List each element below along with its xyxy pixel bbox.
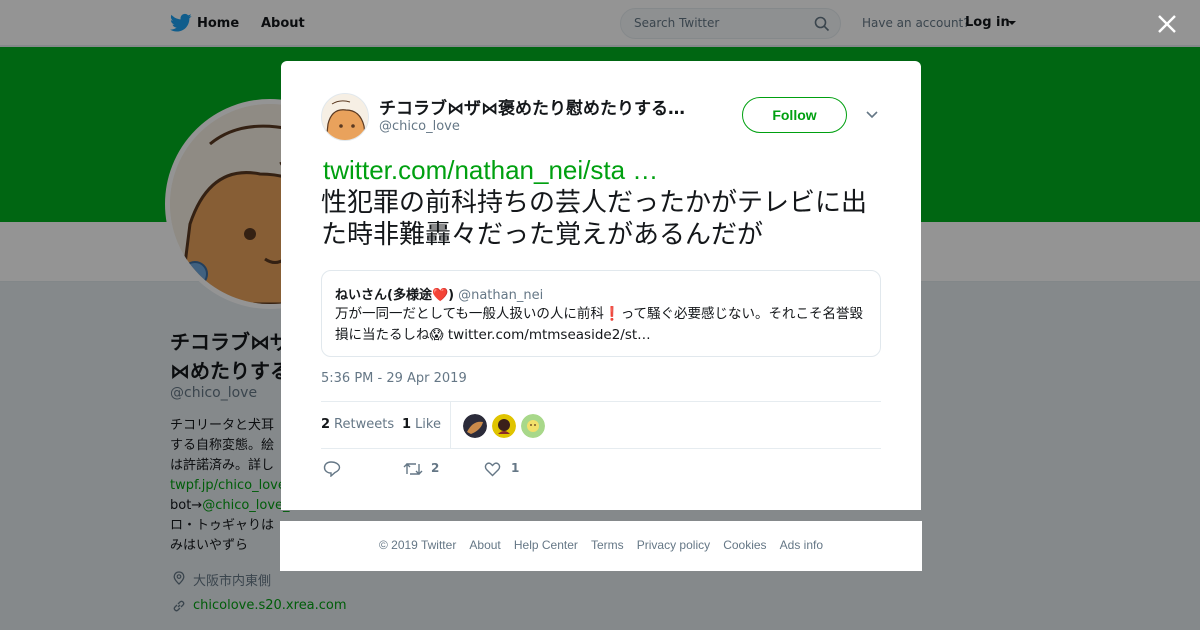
retweeter-avatar[interactable] (463, 414, 487, 438)
tweet-timestamp[interactable]: 5:36 PM - 29 Apr 2019 (321, 371, 467, 386)
close-icon[interactable] (1155, 12, 1179, 36)
modal-footer: © 2019 Twitter About Help Center Terms P… (280, 521, 922, 571)
retweet-icon[interactable] (403, 461, 423, 477)
tweet-text: 性犯罪の前科持ちの芸人だったかがテレビに出た時非難轟々だった覚えがあるんだが (321, 187, 868, 249)
quoted-author: ねいさん(多様途❤️) @nathan_nei (335, 284, 543, 303)
quoted-text: 万が一同一だとしても一般人扱いの人に前科❗って騒ぐ必要感じない。それこそ名誉毀損… (335, 306, 864, 343)
retweeter-avatar[interactable] (492, 414, 516, 438)
author-handle[interactable]: @chico_love (379, 119, 460, 134)
footer-link-help-center[interactable]: Help Center (514, 538, 578, 552)
like-label: Like (415, 417, 441, 432)
reply-icon[interactable] (323, 461, 341, 477)
quoted-author-handle: @nathan_nei (458, 288, 544, 303)
retweet-label: Retweets (334, 417, 395, 432)
footer-link-ads-info[interactable]: Ads info (780, 538, 823, 552)
tweet-modal: チコラブ⋈ザ⋈褒めたり慰めたりする… @chico_love Follow tw… (281, 61, 921, 510)
tweet-stats: 2 Retweets 1 Like (321, 401, 881, 449)
retweeter-avatar[interactable] (521, 414, 545, 438)
follow-button[interactable]: Follow (742, 97, 847, 133)
footer-copyright: © 2019 Twitter (378, 538, 457, 552)
like-stat[interactable]: 1 Like (402, 417, 441, 432)
like-action-count: 1 (511, 461, 520, 475)
tweet-actions: 2 1 (321, 459, 881, 483)
author-name[interactable]: チコラブ⋈ザ⋈褒めたり慰めたりする… (379, 94, 709, 119)
tweet-link[interactable]: twitter.com/nathan_nei/sta … (323, 155, 658, 186)
quoted-tweet[interactable]: ねいさん(多様途❤️) @nathan_nei 万が一同一だとしても一般人扱いの人… (321, 270, 881, 357)
footer-link-privacy[interactable]: Privacy policy (637, 538, 710, 552)
quoted-author-name: ねいさん(多様途❤️) (335, 288, 455, 303)
stat-divider (450, 402, 451, 449)
chevron-down-icon[interactable] (866, 110, 878, 120)
avatar-illustration-icon (322, 94, 368, 140)
retweet-action-count: 2 (431, 461, 440, 475)
like-count: 1 (402, 417, 412, 432)
footer-link-terms[interactable]: Terms (591, 538, 624, 552)
footer-link-cookies[interactable]: Cookies (723, 538, 766, 552)
retweet-stat[interactable]: 2 Retweets (321, 417, 394, 432)
heart-icon[interactable] (484, 461, 501, 477)
footer-link-about[interactable]: About (469, 538, 500, 552)
author-avatar[interactable] (321, 93, 369, 141)
retweet-count: 2 (321, 417, 331, 432)
